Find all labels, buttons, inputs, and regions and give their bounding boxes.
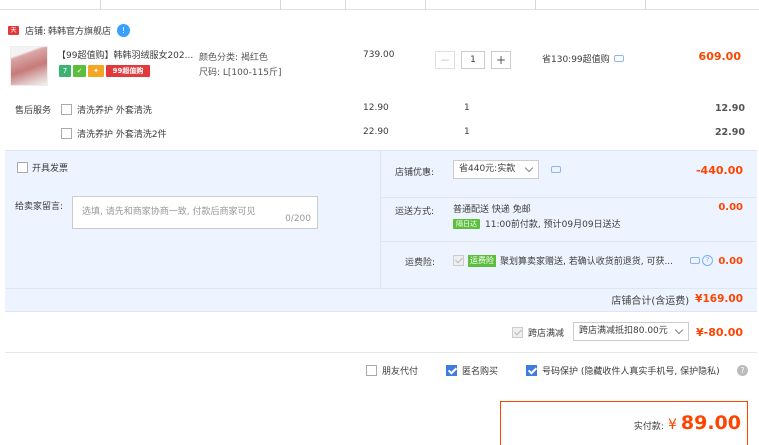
cross-discount-checkbox bbox=[512, 327, 523, 338]
service-price: 12.90 bbox=[363, 103, 389, 113]
store-total-row: 店铺合计(含运费) ¥169.00 bbox=[611, 290, 743, 308]
service-name: 清洗养护 外套清洗 bbox=[77, 106, 152, 116]
insurance-text: 聚划算卖家赠送, 若确认收货前退货, 可获... bbox=[500, 257, 674, 267]
qty-minus-button[interactable]: − bbox=[435, 51, 455, 69]
tmall-icon: 天猫 bbox=[8, 25, 19, 43]
service-subtotal: 22.90 bbox=[714, 127, 745, 138]
shipping-label: 运送方式: bbox=[395, 207, 435, 217]
store-total-amount: ¥169.00 bbox=[695, 293, 743, 305]
service-qty: 1 bbox=[464, 127, 470, 137]
item-subtotal: 609.00 bbox=[698, 50, 741, 63]
divider bbox=[380, 197, 757, 198]
shop-badge-icon[interactable]: ! bbox=[117, 23, 131, 37]
anonymous-checkbox[interactable] bbox=[446, 365, 457, 376]
memo-counter: 0/200 bbox=[285, 214, 311, 224]
help-icon[interactable]: ? bbox=[702, 255, 713, 266]
discount-select[interactable]: 省440元:实款 bbox=[453, 160, 539, 179]
insurance-checkbox bbox=[453, 255, 464, 266]
privacy-label: 号码保护 (隐藏收件人真实手机号, 保护隐私) bbox=[542, 367, 720, 377]
shipping-eta-row: 隔日达 11:00前付款, 预计09月09日送达 bbox=[453, 217, 621, 230]
sku-size: 尺码: L[100-115斤] bbox=[199, 68, 282, 78]
divider bbox=[5, 288, 757, 289]
cross-discount-amount: ¥-80.00 bbox=[695, 326, 743, 339]
divider bbox=[380, 241, 757, 242]
cart-item: 【99超值购】韩韩羽绒服女202... 7 ✓ ✦ 99超值购 颜色分类: 褐红… bbox=[5, 44, 757, 94]
cross-discount-label: 跨店满减 bbox=[528, 329, 565, 339]
service-qty: 1 bbox=[464, 103, 470, 113]
order-options-panel: 开具发票 给卖家留言: 选填, 请先和商家协商一致, 付款后商家可见 0/200… bbox=[5, 150, 757, 312]
super-value-badge: 99超值购 bbox=[106, 65, 150, 77]
insurance-option: 运费险 聚划算卖家赠送, 若确认收货前退货, 可获... bbox=[453, 254, 673, 267]
chat-icon[interactable] bbox=[613, 55, 624, 62]
product-title[interactable]: 【99超值购】韩韩羽绒服女202... bbox=[57, 48, 197, 61]
service-row: 清洗养护 外套清洗2件 22.90 1 22.90 bbox=[15, 126, 745, 142]
insurance-amount: 0.00 bbox=[718, 256, 743, 267]
store-prefix: 店铺: bbox=[25, 26, 47, 37]
chevron-down-icon bbox=[524, 163, 534, 173]
discount-amount: -440.00 bbox=[695, 164, 743, 177]
discount-label: 店铺优惠: bbox=[395, 168, 435, 178]
chat-icon[interactable] bbox=[690, 257, 700, 264]
divider bbox=[380, 151, 381, 288]
insurance-label: 运费险: bbox=[405, 258, 436, 268]
product-badges: 7 ✓ ✦ 99超值购 bbox=[59, 65, 150, 77]
next-day-badge: 隔日达 bbox=[453, 218, 480, 229]
table-header-strip bbox=[0, 0, 759, 10]
sku-color: 颜色分类: 褐红色 bbox=[199, 53, 268, 63]
services-label: 售后服务 bbox=[15, 106, 52, 116]
seven-day-return-icon: 7 bbox=[59, 65, 71, 77]
service-subtotal: 12.90 bbox=[714, 103, 745, 114]
anonymous-label: 匿名购买 bbox=[462, 367, 499, 377]
chat-icon[interactable] bbox=[551, 166, 561, 173]
invoice-label: 开具发票 bbox=[32, 164, 69, 174]
service-name: 清洗养护 外套清洗2件 bbox=[77, 130, 167, 140]
chevron-down-icon bbox=[674, 325, 684, 335]
invoice-checkbox[interactable] bbox=[17, 162, 28, 173]
cross-discount-row: 跨店满减 bbox=[512, 326, 564, 339]
shipping-eta: 11:00前付款, 预计09月09日送达 bbox=[485, 220, 621, 230]
final-payment-box: 实付款: ¥ 89.00 bbox=[500, 401, 748, 445]
friend-pay-label: 朋友代付 bbox=[382, 367, 419, 377]
friend-pay-checkbox[interactable] bbox=[366, 365, 377, 376]
shipping-method: 普通配送 快递 免邮 bbox=[453, 205, 531, 215]
store-header: 天猫 店铺: 韩韩官方旗舰店 ! bbox=[8, 22, 131, 43]
memo-input[interactable]: 选填, 请先和商家协商一致, 付款后商家可见 0/200 bbox=[72, 196, 318, 229]
store-name[interactable]: 韩韩官方旗舰店 bbox=[48, 24, 111, 37]
final-payment-row: 实付款: ¥ 89.00 bbox=[634, 412, 741, 434]
cross-discount-selected: 跨店满减抵扣80.00元 bbox=[579, 326, 668, 336]
privacy-checkbox[interactable] bbox=[526, 365, 537, 376]
memo-label: 给卖家留言: bbox=[15, 202, 64, 212]
shipping-amount: 0.00 bbox=[718, 202, 743, 213]
unit-price: 739.00 bbox=[363, 50, 395, 60]
quantity-stepper: − 1 + bbox=[435, 51, 511, 69]
coupon-icon: ✦ bbox=[88, 65, 104, 77]
final-amount: 89.00 bbox=[680, 412, 741, 434]
invoice-option[interactable]: 开具发票 bbox=[17, 161, 68, 174]
anonymous-option[interactable]: 匿名购买 bbox=[446, 364, 498, 377]
service-row: 售后服务 清洗养护 外套清洗 12.90 1 12.90 bbox=[15, 102, 745, 118]
cross-discount-select[interactable]: 跨店满减抵扣80.00元 bbox=[573, 322, 689, 341]
qty-plus-button[interactable]: + bbox=[491, 51, 511, 69]
store-total-label: 店铺合计(含运费) bbox=[611, 295, 690, 307]
insurance-badge: 运费险 bbox=[468, 254, 496, 267]
product-thumbnail[interactable] bbox=[10, 46, 48, 86]
discount-selected: 省440元:实款 bbox=[459, 164, 516, 174]
privacy-option[interactable]: 号码保护 (隐藏收件人真实手机号, 保护隐私) bbox=[526, 364, 720, 377]
help-icon[interactable]: ? bbox=[737, 365, 748, 376]
qty-input[interactable]: 1 bbox=[461, 51, 485, 69]
memo-placeholder: 选填, 请先和商家协商一致, 付款后商家可见 bbox=[82, 207, 256, 217]
divider bbox=[5, 352, 757, 353]
saving-text: 省130:99超值购 bbox=[542, 55, 610, 65]
service-checkbox[interactable] bbox=[61, 104, 72, 115]
final-label: 实付款: bbox=[633, 422, 664, 432]
saving-info: 省130:99超值购 bbox=[542, 52, 624, 65]
service-checkbox[interactable] bbox=[61, 128, 72, 139]
final-currency: ¥ bbox=[667, 417, 677, 433]
guarantee-icon: ✓ bbox=[73, 65, 86, 77]
service-price: 22.90 bbox=[363, 127, 389, 137]
friend-pay-option[interactable]: 朋友代付 bbox=[366, 364, 418, 377]
